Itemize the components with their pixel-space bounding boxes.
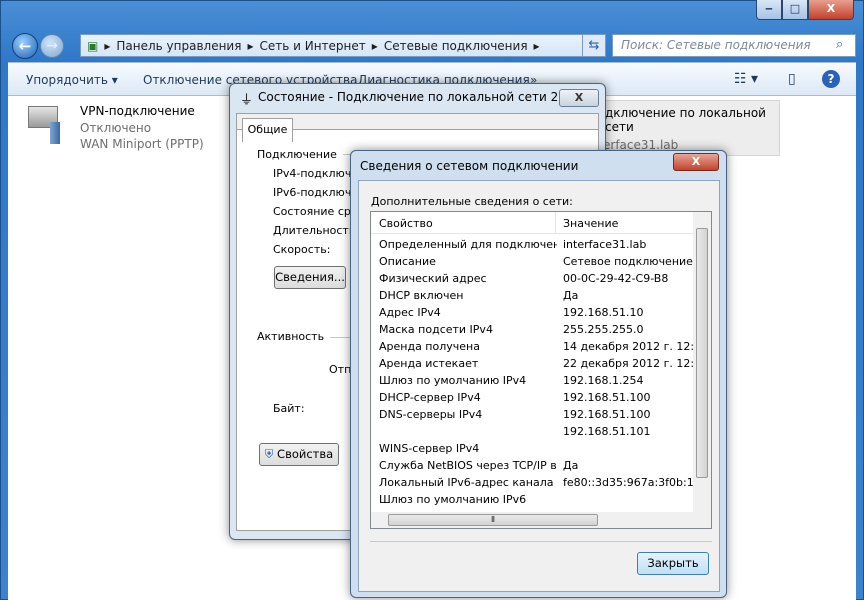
value-cell: Да <box>563 289 579 302</box>
lan-connection-name: дключение по локальной сети <box>605 106 766 134</box>
chevron-icon: ▸ <box>533 38 540 53</box>
table-row[interactable]: Шлюз по умолчанию IPv4 192.168.1.254 <box>379 372 693 389</box>
breadcrumb-item[interactable]: Сеть и Интернет <box>259 39 365 53</box>
property-cell: Маска подсети IPv4 <box>379 323 493 336</box>
horizontal-scrollbar[interactable]: ⦀ <box>371 512 711 528</box>
value-cell: 192.168.51.10 <box>563 306 644 319</box>
vpn-connection-name[interactable]: VPN-подключение <box>80 104 195 118</box>
network-folder-icon: ▣ <box>87 38 99 53</box>
field-label: Скорость: <box>273 243 331 256</box>
details-list[interactable]: Свойство Значение Определенный для подкл… <box>370 211 712 529</box>
table-row[interactable]: DHCP включен Да <box>379 287 693 304</box>
property-cell: Служба NetBIOS через TCP/IP в... <box>379 459 557 472</box>
network-computer-icon <box>28 104 62 144</box>
activity-group-label: Активность <box>257 330 331 343</box>
vpn-connection-device: WAN Miniport (PPTP) <box>80 137 204 151</box>
value-cell: 192.168.51.101 <box>563 425 651 438</box>
details-dialog-title: Сведения о сетевом подключении <box>360 159 579 173</box>
status-close-button[interactable]: X <box>559 89 599 107</box>
property-cell: Локальный IPv6-адрес канала <box>379 476 554 489</box>
table-row[interactable]: Определенный для подключени... interface3… <box>379 236 693 253</box>
property-cell: Адрес IPv4 <box>379 306 441 319</box>
back-arrow-icon[interactable]: ← <box>12 33 38 59</box>
value-cell: Сетевое подключение Inte <box>563 255 693 268</box>
address-bar[interactable]: ▣ ▸ Панель управления ▸ Сеть и Интернет … <box>80 34 604 57</box>
properties-button[interactable]: ⛨ Свойства <box>259 443 339 466</box>
breadcrumb-item[interactable]: Панель управления <box>116 39 241 53</box>
property-cell: Определенный для подключени... <box>379 238 557 251</box>
property-cell: Физический адрес <box>379 272 487 285</box>
vpn-connection-status: Отключено <box>80 121 152 135</box>
value-cell: 22 декабря 2012 г. 12:24: <box>563 357 693 370</box>
details-label: Дополнительные сведения о сети: <box>371 195 573 208</box>
value-cell: 255.255.255.0 <box>563 323 644 336</box>
lan-connection-item[interactable]: дключение по локальной сети erface31.lab <box>598 100 780 156</box>
details-close-x-button[interactable]: X <box>673 153 719 171</box>
chevron-icon: ▸ <box>247 38 254 53</box>
property-cell: WINS-сервер IPv4 <box>379 442 480 455</box>
property-cell: Аренда истекает <box>379 357 479 370</box>
value-cell: 192.168.51.100 <box>563 391 651 404</box>
details-button[interactable]: Сведения... <box>274 266 346 289</box>
value-cell: interface31.lab <box>563 238 647 251</box>
table-row[interactable]: 192.168.51.101 <box>379 423 693 440</box>
table-row[interactable]: Служба NetBIOS через TCP/IP в... Да <box>379 457 693 474</box>
uac-shield-icon: ⛨ <box>264 447 274 461</box>
value-cell: 192.168.1.254 <box>563 374 644 387</box>
forward-arrow-icon[interactable]: → <box>40 34 64 58</box>
preview-pane-icon[interactable]: ▯ <box>788 71 796 87</box>
bytes-label: Байт: <box>273 402 305 415</box>
value-cell: Да <box>563 459 579 472</box>
property-cell: Шлюз по умолчанию IPv6 <box>379 493 527 506</box>
property-cell: Описание <box>379 255 436 268</box>
table-row[interactable]: DNS-серверы IPv4 192.168.51.100 <box>379 406 693 423</box>
value-cell: 14 декабря 2012 г. 12:24: <box>563 340 693 353</box>
value-cell: 192.168.51.100 <box>563 408 651 421</box>
refresh-icon[interactable]: ⇆ <box>582 34 606 57</box>
table-row[interactable]: Аренда получена 14 декабря 2012 г. 12:24: <box>379 338 693 355</box>
table-row[interactable]: Адрес IPv4 192.168.51.10 <box>379 304 693 321</box>
status-dialog-title: Состояние - Подключение по локальной сет… <box>258 90 559 104</box>
table-row[interactable]: Маска подсети IPv4 255.255.255.0 <box>379 321 693 338</box>
search-icon: ⌕ <box>836 37 844 52</box>
table-row[interactable]: Описание Сетевое подключение Inte <box>379 253 693 270</box>
search-input[interactable]: Поиск: Сетевые подключения <box>612 34 856 57</box>
table-row[interactable]: Физический адрес 00-0C-29-42-C9-B8 <box>379 270 693 287</box>
value-cell: fe80::3d35:967a:3f0b:1381 <box>563 476 693 489</box>
property-cell: DHCP включен <box>379 289 464 302</box>
field-label: Длительность: <box>273 224 360 237</box>
vertical-scroll-thumb[interactable] <box>696 228 708 478</box>
close-button[interactable]: Закрыть <box>637 552 709 575</box>
table-row[interactable]: Локальный IPv6-адрес канала fe80::3d35:96… <box>379 474 693 491</box>
chevron-icon: ▸ <box>371 38 378 53</box>
table-row[interactable]: WINS-сервер IPv4 <box>379 440 693 457</box>
organize-button[interactable]: Упорядочить ▾ <box>26 73 118 87</box>
table-row[interactable]: Шлюз по умолчанию IPv6 <box>379 491 693 508</box>
close-button[interactable]: X <box>808 0 854 20</box>
view-options-icon[interactable]: ☷ ▾ <box>734 71 758 87</box>
network-connection-icon: ⏚ <box>240 93 254 108</box>
chevron-icon: ▸ <box>104 38 111 53</box>
tab-general[interactable]: Общие <box>242 118 293 142</box>
minimize-button[interactable]: ‒ <box>756 0 782 20</box>
maximize-button[interactable]: □ <box>782 0 808 20</box>
vertical-scrollbar[interactable] <box>693 212 711 512</box>
table-row[interactable]: DHCP-сервер IPv4 192.168.51.100 <box>379 389 693 406</box>
help-icon[interactable]: ? <box>822 70 840 88</box>
horizontal-scroll-thumb[interactable]: ⦀ <box>388 514 598 526</box>
property-cell: Шлюз по умолчанию IPv4 <box>379 374 527 387</box>
properties-label: Свойства <box>277 447 334 461</box>
table-row[interactable]: Аренда истекает 22 декабря 2012 г. 12:24: <box>379 355 693 372</box>
property-cell: DHCP-сервер IPv4 <box>379 391 481 404</box>
details-rows: Определенный для подключени... interface3… <box>371 236 693 514</box>
property-cell: Аренда получена <box>379 340 480 353</box>
value-cell: 00-0C-29-42-C9-B8 <box>563 272 669 285</box>
property-cell: DNS-серверы IPv4 <box>379 408 483 421</box>
column-header-value[interactable]: Значение <box>563 217 618 230</box>
column-header-property[interactable]: Свойство <box>379 217 433 230</box>
details-dialog: Сведения о сетевом подключении X Дополни… <box>350 150 727 598</box>
breadcrumb-item[interactable]: Сетевые подключения <box>384 39 528 53</box>
connection-group-label: Подключение <box>257 148 343 161</box>
